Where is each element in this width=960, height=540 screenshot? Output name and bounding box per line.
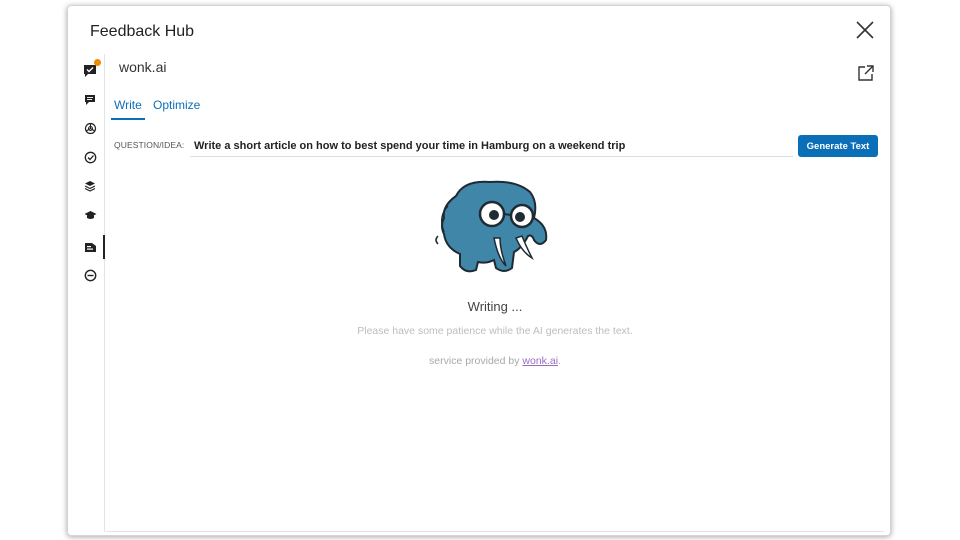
sidebar-item-chat[interactable] <box>82 92 98 108</box>
sidebar <box>68 54 105 532</box>
checklist-icon <box>84 151 96 163</box>
sidebar-item-learning[interactable] <box>82 207 98 223</box>
sidebar-item-layers[interactable] <box>82 178 98 194</box>
tab-optimize[interactable]: Optimize <box>153 98 200 112</box>
main-content: wonk.ai Write Optimize QUESTION/IDEA: Ge… <box>106 46 884 532</box>
tab-write[interactable]: Write <box>111 98 145 120</box>
popout-button[interactable] <box>857 64 875 82</box>
question-label: QUESTION/IDEA: <box>114 140 185 150</box>
close-button[interactable] <box>853 18 877 42</box>
active-indicator <box>103 235 105 259</box>
notification-dot <box>94 59 101 66</box>
sidebar-item-other[interactable] <box>82 267 98 283</box>
status-title: Writing ... <box>467 299 523 314</box>
service-credit: service provided by wonk.ai. <box>106 355 884 367</box>
close-icon <box>856 21 874 39</box>
sidebar-item-checklist[interactable] <box>82 149 98 165</box>
modal-title: Feedback Hub <box>90 23 195 40</box>
question-input[interactable] <box>190 135 793 157</box>
app-name: wonk.ai <box>119 59 167 75</box>
status-message: Please have some patience while the AI g… <box>357 325 633 337</box>
service-suffix: . <box>558 355 561 367</box>
graduation-cap-icon <box>84 210 96 219</box>
wonk-writing-icon <box>84 243 96 252</box>
chat-bubble-icon <box>85 95 95 105</box>
sidebar-item-openai[interactable] <box>82 120 98 136</box>
generate-text-button[interactable]: Generate Text <box>798 135 878 157</box>
feedback-check-icon <box>84 65 96 77</box>
openai-icon <box>84 122 96 134</box>
sidebar-item-wonk[interactable] <box>82 239 98 255</box>
circle-minus-icon <box>84 269 96 281</box>
external-link-icon <box>858 65 874 81</box>
wonk-link[interactable]: wonk.ai <box>522 355 558 367</box>
wonk-elephant-mascot <box>435 180 548 273</box>
layers-icon <box>84 181 96 192</box>
service-prefix: service provided by <box>429 355 523 367</box>
feedback-hub-modal: Feedback Hub wonk.ai Write Optimize QUES… <box>67 5 891 536</box>
